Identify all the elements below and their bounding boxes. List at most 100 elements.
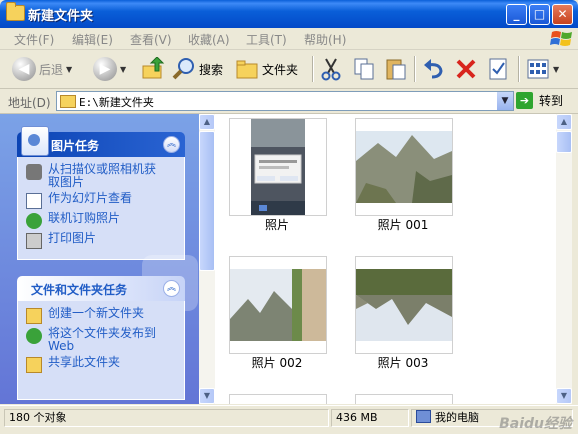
views-dropdown-icon: ▼ — [553, 64, 560, 74]
go-button[interactable]: ➔ 转到 — [516, 92, 563, 109]
status-object-count: 180 个对象 — [4, 409, 329, 427]
file-name[interactable]: 照片 003 — [343, 354, 463, 371]
close-button[interactable]: ✕ — [552, 4, 573, 25]
properties-button[interactable] — [486, 54, 510, 84]
task-order-prints[interactable]: 联机订购照片 — [26, 212, 178, 229]
menu-view[interactable]: 查看(V) — [130, 31, 172, 48]
slideshow-icon — [26, 193, 42, 209]
task-new-folder[interactable]: 创建一个新文件夹 — [26, 307, 178, 324]
file-tasks-title: 文件和文件夹任务 — [31, 283, 128, 297]
menu-edit[interactable]: 编辑(E) — [72, 31, 113, 48]
file-name[interactable]: 照片 001 — [343, 216, 463, 233]
picture-tasks-header[interactable]: 图片任务 ︽ — [17, 126, 185, 157]
collapse-chevron-icon[interactable]: ︽ — [163, 136, 180, 153]
collapse-chevron-icon[interactable]: ︽ — [163, 280, 180, 297]
file-item[interactable] — [355, 118, 453, 216]
file-item[interactable] — [355, 256, 453, 354]
minimize-button[interactable]: _ — [506, 4, 527, 25]
search-button[interactable]: 搜索 — [172, 54, 223, 84]
back-label: 后退 — [39, 62, 64, 77]
menu-favorites[interactable]: 收藏(A) — [188, 31, 230, 48]
windows-logo-icon — [550, 31, 572, 46]
views-button[interactable]: ▼ — [526, 54, 559, 84]
cut-scissors-icon — [321, 58, 341, 81]
forward-dropdown-icon: ▼ — [120, 64, 127, 74]
new-folder-icon — [26, 308, 42, 324]
status-size: 436 MB — [331, 409, 409, 427]
file-tasks-header[interactable]: 文件和文件夹任务 ︽ — [17, 276, 185, 301]
file-item[interactable] — [355, 394, 453, 404]
back-button[interactable]: ◀ 后退 ▼ — [12, 54, 72, 84]
task-slideshow[interactable]: 作为幻灯片查看 — [26, 192, 178, 209]
maximize-button[interactable]: □ — [529, 4, 550, 25]
scroll-thumb[interactable] — [556, 131, 572, 153]
thumbnail-image — [356, 131, 452, 203]
move-to-button[interactable] — [320, 54, 342, 84]
folders-icon — [236, 60, 258, 79]
task-order-prints-label: 联机订购照片 — [48, 211, 121, 225]
task-get-pictures[interactable]: 从扫描仪或照相机获取图片 — [26, 163, 178, 189]
file-name[interactable]: 照片 — [217, 216, 337, 233]
task-share-folder-label: 共享此文件夹 — [48, 355, 121, 369]
undo-button[interactable] — [422, 54, 446, 84]
scroll-down-arrow-icon[interactable]: ▼ — [199, 388, 215, 404]
scroll-thumb[interactable] — [199, 131, 215, 271]
task-publish-web[interactable]: 将这个文件夹发布到 Web — [26, 327, 178, 353]
address-dropdown-button[interactable]: ▼ — [497, 92, 513, 110]
delete-button[interactable] — [454, 54, 478, 84]
task-get-pictures-label: 从扫描仪或照相机获取图片 — [48, 162, 157, 189]
file-view-scrollbar[interactable]: ▲ ▼ — [556, 114, 572, 404]
picture-tasks-icon — [21, 126, 49, 156]
paste-button[interactable] — [384, 54, 408, 84]
undo-icon — [424, 59, 443, 79]
thumbnail-image — [251, 119, 305, 215]
file-item[interactable] — [229, 256, 327, 354]
scroll-up-arrow-icon[interactable]: ▲ — [556, 114, 572, 130]
copy-to-button[interactable] — [352, 54, 376, 84]
search-label: 搜索 — [199, 62, 224, 77]
go-arrow-icon: ➔ — [516, 92, 533, 109]
back-dropdown-icon: ▼ — [66, 64, 73, 74]
delete-x-icon — [456, 59, 476, 79]
status-location-label: 我的电脑 — [435, 411, 479, 424]
menu-tools[interactable]: 工具(T) — [246, 31, 287, 48]
menu-help[interactable]: 帮助(H) — [304, 31, 346, 48]
camera-icon — [26, 164, 42, 180]
toolbar: ◀ 后退 ▼ ▶ ▼ 搜索 文件夹 ▼ — [0, 50, 578, 89]
file-item[interactable] — [229, 394, 327, 404]
folders-button[interactable]: 文件夹 — [235, 54, 298, 84]
scroll-down-arrow-icon[interactable]: ▼ — [556, 388, 572, 404]
folder-icon — [6, 2, 25, 21]
window-title: 新建文件夹 — [28, 9, 94, 24]
address-input[interactable]: E:\新建文件夹 ▼ — [56, 91, 514, 111]
folder-icon — [60, 95, 76, 108]
picture-tasks-panel: 图片任务 ︽ 从扫描仪或照相机获取图片 作为幻灯片查看 联机订购照片 打印图片 — [17, 126, 198, 311]
go-label: 转到 — [539, 94, 564, 108]
my-computer-icon — [416, 410, 431, 423]
scroll-up-arrow-icon[interactable]: ▲ — [199, 114, 215, 130]
task-share-folder[interactable]: 共享此文件夹 — [26, 356, 178, 373]
toolbar-separator — [414, 56, 416, 82]
printer-icon — [26, 233, 42, 249]
file-name[interactable]: 照片 002 — [217, 354, 337, 371]
forward-button[interactable]: ▶ ▼ — [93, 54, 126, 84]
picture-tasks-body: 从扫描仪或照相机获取图片 作为幻灯片查看 联机订购照片 打印图片 — [17, 157, 198, 311]
up-folder-icon — [142, 57, 165, 79]
back-arrow-icon: ◀ — [12, 57, 36, 81]
explorer-window: 新建文件夹 _ □ ✕ 文件(F) 编辑(E) 查看(V) 收藏(A) 工具(T… — [0, 0, 578, 434]
file-view: 照片 照片 001 照片 002 照片 003 — [215, 114, 556, 404]
properties-icon — [489, 58, 507, 80]
file-tasks-body: 创建一个新文件夹 将这个文件夹发布到 Web 共享此文件夹 — [17, 301, 185, 400]
title-bar[interactable]: 新建文件夹 _ □ ✕ — [0, 0, 578, 28]
file-item[interactable] — [229, 118, 327, 216]
task-pane-scrollbar[interactable]: ▲ ▼ — [199, 114, 215, 404]
task-print[interactable]: 打印图片 — [26, 232, 178, 249]
status-bar: 180 个对象 436 MB 我的电脑 Baidu经验 — [0, 405, 578, 434]
views-icon — [527, 59, 549, 79]
task-new-folder-label: 创建一个新文件夹 — [48, 306, 145, 320]
menu-file[interactable]: 文件(F) — [14, 31, 54, 48]
address-value: E:\新建文件夹 — [79, 96, 154, 109]
menu-bar: 文件(F) 编辑(E) 查看(V) 收藏(A) 工具(T) 帮助(H) — [0, 28, 578, 50]
up-folder-button[interactable] — [141, 54, 165, 84]
search-icon — [172, 58, 194, 80]
